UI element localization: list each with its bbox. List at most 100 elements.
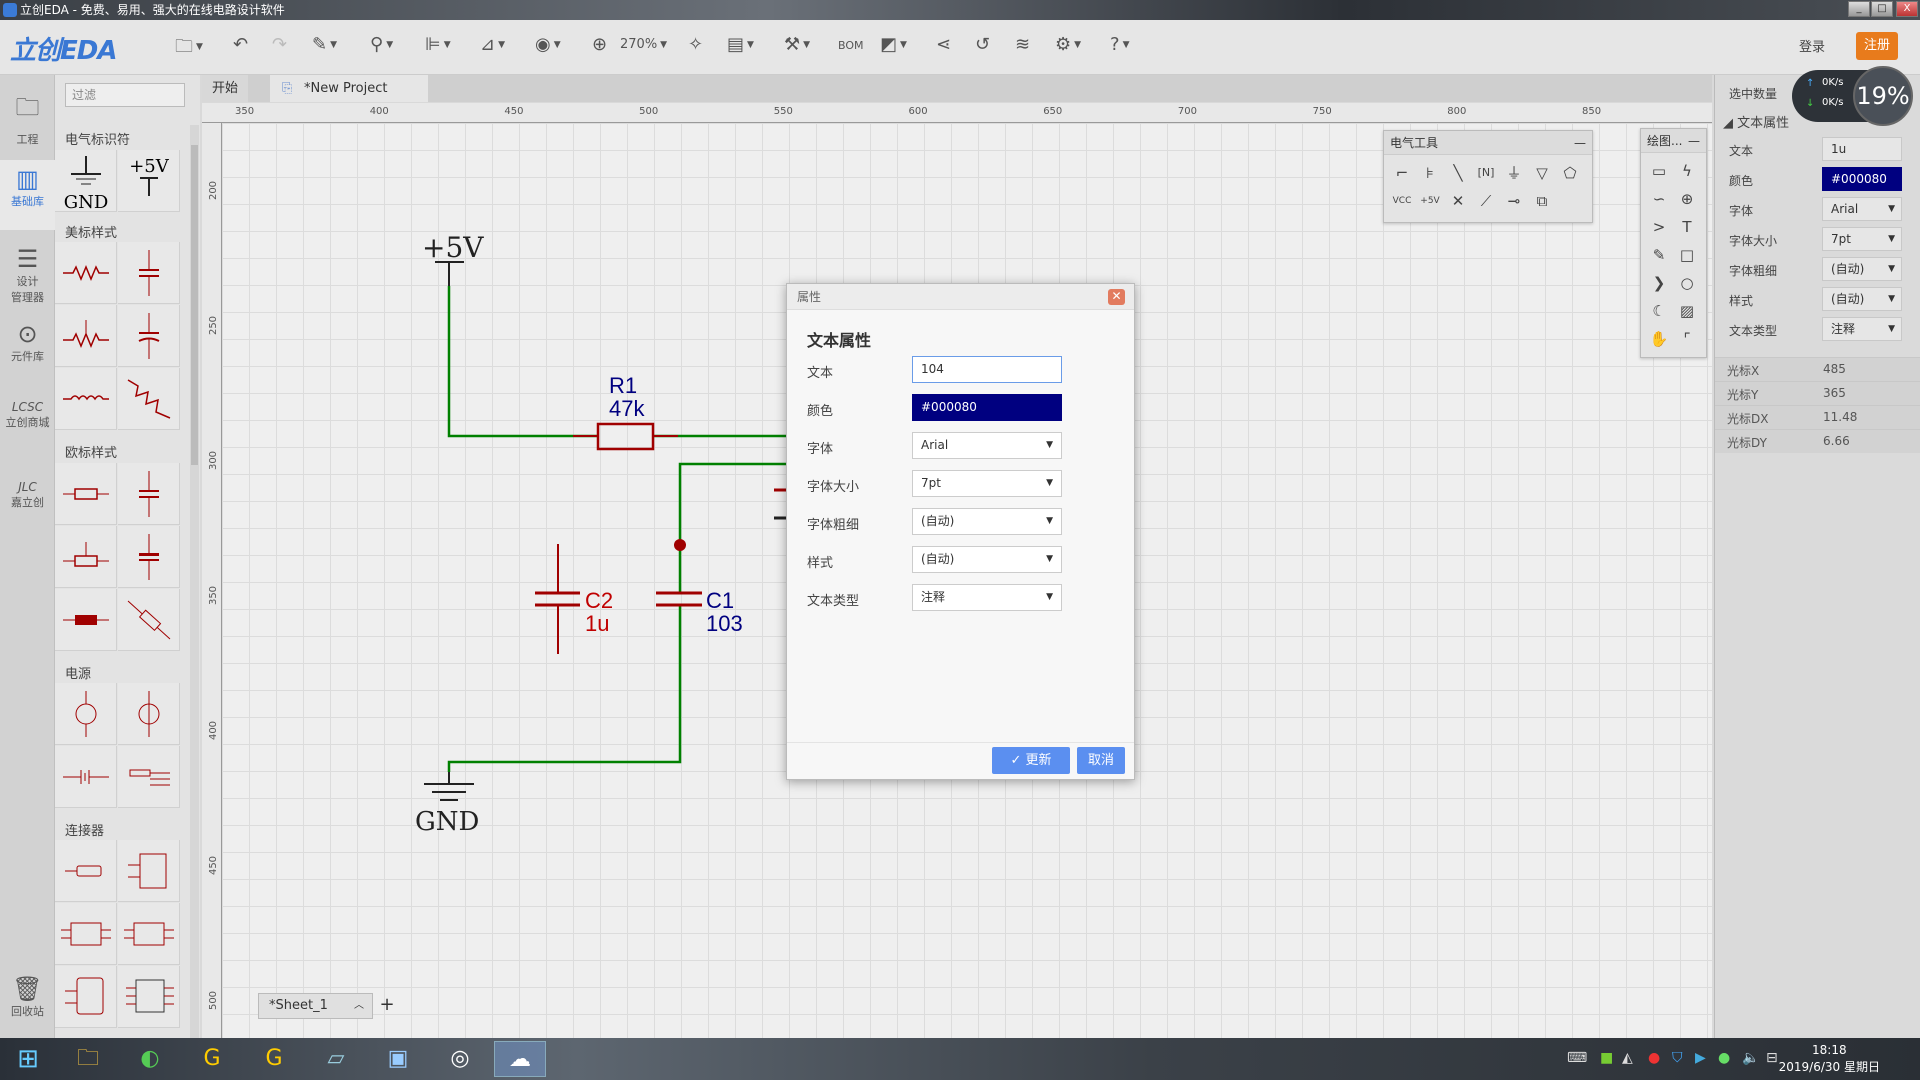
share-icon[interactable]: ⋖ xyxy=(936,34,951,55)
bus-entry-icon[interactable]: ╲ xyxy=(1446,161,1470,185)
folder-icon[interactable]: 🗀 ▼ xyxy=(175,34,203,64)
help-icon[interactable]: ? ▼ xyxy=(1110,34,1129,55)
ground-symbol[interactable]: GND xyxy=(415,772,479,837)
resistor-diagonal[interactable] xyxy=(118,368,180,430)
tools-icon[interactable]: ⚒ ▼ xyxy=(784,34,810,55)
c1-value[interactable]: 103 xyxy=(706,611,743,636)
zoom-icon[interactable]: ⊕ xyxy=(592,34,607,55)
explorer-icon[interactable]: 🗀 xyxy=(62,1041,114,1077)
net-port-icon[interactable]: ▽ xyxy=(1530,161,1554,185)
nav-jlc[interactable]: JLC 嘉立创 xyxy=(0,480,55,510)
connector-1pin[interactable] xyxy=(55,840,117,902)
clock[interactable]: 18:18 2019/6/30 星期日 xyxy=(1779,1042,1880,1076)
wechat-icon[interactable]: ● xyxy=(1718,1050,1730,1066)
probe-icon[interactable]: ⟋ xyxy=(1474,189,1498,213)
layers-icon[interactable]: ≋ xyxy=(1015,34,1030,55)
capacitor-eu[interactable] xyxy=(118,463,180,525)
prop-field[interactable]: (自动) ▼ xyxy=(1822,257,1902,281)
minimize-button[interactable]: — xyxy=(1688,129,1700,153)
tray-app-icon[interactable]: ◭ xyxy=(1622,1050,1633,1066)
undo-icon[interactable]: ↶ xyxy=(233,34,248,55)
connector-4pin-alt[interactable] xyxy=(118,903,180,965)
resistor-r1[interactable]: R1 47k xyxy=(573,373,678,451)
nav-basic-library[interactable]: ▥ 基础库 xyxy=(0,160,55,230)
login-link[interactable]: 登录 xyxy=(1799,36,1825,55)
pin-icon[interactable]: ⚲ ▼ xyxy=(370,34,393,55)
nav-project[interactable]: 🗀 工程 xyxy=(0,90,55,147)
no-connect-icon[interactable]: ✕ xyxy=(1446,189,1470,213)
r1-ref[interactable]: R1 xyxy=(609,373,637,398)
connector-4pin[interactable] xyxy=(55,903,117,965)
close-icon[interactable]: ✕ xyxy=(1108,289,1125,305)
font-select[interactable]: Arial ▼ xyxy=(912,432,1062,459)
fill-icon[interactable]: ◩ ▼ xyxy=(880,34,907,55)
hand-icon[interactable]: ✋ xyxy=(1647,327,1671,351)
filter-input[interactable]: 过滤 xyxy=(65,83,185,107)
color-input[interactable]: #000080 xyxy=(912,394,1062,421)
maximize-button[interactable]: □ xyxy=(1871,1,1893,17)
r1-value[interactable]: 47k xyxy=(609,396,645,421)
ground-tool-icon[interactable]: ⏚ xyxy=(1502,161,1526,185)
add-sheet-button[interactable]: + xyxy=(375,993,399,1019)
capacitor-c2[interactable]: C2 1u xyxy=(535,544,613,654)
redo-icon[interactable]: ↷ xyxy=(272,34,287,55)
update-button[interactable]: ✓ 更新 xyxy=(992,747,1070,774)
inductor-us[interactable] xyxy=(55,368,117,430)
nav-recycle-bin[interactable]: 🗑 回收站 xyxy=(0,975,55,1019)
tray-obs-icon[interactable]: ● xyxy=(1648,1050,1660,1066)
style-select[interactable]: (自动) ▼ xyxy=(912,546,1062,573)
prop-field[interactable]: 1u xyxy=(1822,137,1902,161)
bom-button[interactable]: BOM xyxy=(838,39,864,52)
gear-icon[interactable]: ⚙ ▼ xyxy=(1055,34,1081,55)
gnd-symbol[interactable]: GND xyxy=(55,150,117,213)
obs-icon[interactable]: ◎ xyxy=(434,1041,486,1077)
magic-icon[interactable]: ✧ xyxy=(688,34,703,55)
video-icon[interactable]: ▶ xyxy=(1695,1050,1706,1066)
net-label-icon[interactable]: [N] xyxy=(1474,161,1498,185)
prop-field[interactable]: (自动) ▼ xyxy=(1822,287,1902,311)
browser-icon[interactable]: ◐ xyxy=(124,1041,176,1077)
circle-icon[interactable]: ○ xyxy=(1675,271,1699,295)
arrow-icon[interactable]: > xyxy=(1647,215,1671,239)
pencil-icon[interactable]: ✎ ▼ xyxy=(312,34,337,55)
minimize-button[interactable]: — xyxy=(1574,131,1586,155)
net-flag-icon[interactable]: ⬠ xyxy=(1558,161,1582,185)
screen-icon[interactable]: ▣ xyxy=(372,1041,424,1077)
tab-start[interactable]: 开始 xyxy=(202,75,249,102)
cancel-button[interactable]: 取消 xyxy=(1077,747,1125,774)
history-icon[interactable]: ↺ xyxy=(975,34,990,55)
resistor-eu-diagonal[interactable] xyxy=(118,589,180,651)
register-button[interactable]: 注册 xyxy=(1856,32,1898,60)
nav-lcsc-mall[interactable]: LCSC 立创商城 xyxy=(0,400,55,430)
capacitor-c1[interactable]: C1 103 xyxy=(656,588,743,636)
board-icon[interactable]: ▤ ▼ xyxy=(727,34,754,55)
text-icon[interactable]: T xyxy=(1675,215,1699,239)
connector-2pin[interactable] xyxy=(118,840,180,902)
text-type-select[interactable]: 注释 ▼ xyxy=(912,584,1062,611)
fuse-eu[interactable] xyxy=(55,589,117,651)
c2-value[interactable]: 1u xyxy=(585,611,609,636)
start-button[interactable]: ⊞ xyxy=(2,1041,54,1077)
nav-design-manager[interactable]: ☰ 设计 管理器 xyxy=(0,245,55,305)
pin-tool-icon[interactable]: ⊸ xyxy=(1502,189,1526,213)
battery[interactable] xyxy=(55,746,117,808)
vcc-symbol[interactable]: +5V xyxy=(118,150,180,212)
p5v-tool-icon[interactable]: +5V xyxy=(1418,189,1442,213)
security-icon[interactable]: ⛉ xyxy=(1672,1050,1683,1066)
prop-field[interactable]: #000080 xyxy=(1822,167,1902,191)
easyeda-taskbar-icon[interactable]: ☁ xyxy=(494,1041,546,1077)
polyline-icon[interactable]: ϟ xyxy=(1675,159,1699,183)
font-size-select[interactable]: 7pt ▼ xyxy=(912,470,1062,497)
arc-icon[interactable]: ⊕ xyxy=(1675,187,1699,211)
app-g2-icon[interactable]: G xyxy=(248,1041,300,1077)
keyboard-icon[interactable]: ⌨ xyxy=(1567,1050,1587,1066)
bezier-icon[interactable]: ∽ xyxy=(1647,187,1671,211)
scrollbar-thumb[interactable] xyxy=(191,145,198,465)
text-input[interactable]: 104 xyxy=(912,356,1062,383)
pie-icon[interactable]: ☾ xyxy=(1647,299,1671,323)
current-source[interactable] xyxy=(118,683,180,745)
nav-component-library[interactable]: ⊙ 元件库 xyxy=(0,320,55,364)
resistor-eu[interactable] xyxy=(55,463,117,525)
connector-2pin-box[interactable] xyxy=(55,966,117,1028)
tab-new-project[interactable]: ⎘ *New Project xyxy=(270,75,428,102)
